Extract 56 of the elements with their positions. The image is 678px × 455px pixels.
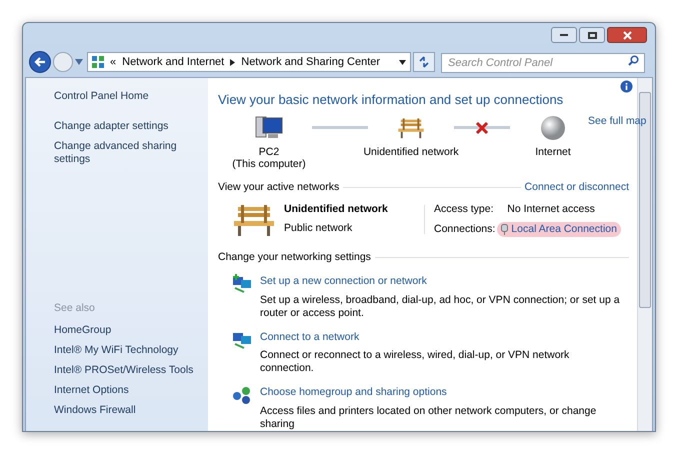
- close-icon: [622, 30, 632, 40]
- sidebar-link[interactable]: Control Panel Home: [54, 90, 200, 103]
- see-also-heading: See also: [54, 301, 96, 316]
- map-node-label: Unidentified network: [363, 146, 459, 158]
- maximize-button[interactable]: [579, 27, 605, 43]
- task-description: Access files and printers located on other network computers, or change sharing: [260, 405, 598, 431]
- homegroup-icon: [232, 385, 252, 406]
- access-type-value: No Internet access: [507, 202, 596, 217]
- page-title: View your basic network information and set up connections: [218, 91, 564, 109]
- sidebar-link[interactable]: Change advanced sharing settings: [54, 140, 200, 166]
- connect-or-disconnect-link[interactable]: Connect or disconnect: [524, 180, 629, 196]
- broken-link-icon: [475, 120, 489, 134]
- map-node-sublabel: (This computer): [232, 158, 306, 170]
- breadcrumb-overflow[interactable]: «: [110, 54, 116, 70]
- adapter-icon: [501, 224, 508, 235]
- task-link[interactable]: Set up a new connection or network: [260, 274, 629, 290]
- connection-link[interactable]: Local Area Connection: [497, 222, 621, 238]
- dropdown-icon[interactable]: [399, 60, 406, 64]
- chevron-icon: [230, 58, 236, 66]
- minimize-button[interactable]: [551, 27, 577, 43]
- see-full-map-link[interactable]: See full map: [588, 114, 646, 170]
- sidebar-link[interactable]: Change adapter settings: [54, 120, 200, 133]
- search-field[interactable]: Search Control Panel: [441, 53, 645, 73]
- search-icon: [628, 55, 639, 66]
- task-description: Set up a wireless, broadband, dial-up, ad hoc, or VPN connection; or set up a router or access point.: [260, 294, 621, 320]
- sidebar-link[interactable]: Intel® PROSet/Wireless Tools: [54, 363, 200, 377]
- breadcrumb[interactable]: Network and Internet: [122, 54, 224, 70]
- bench-icon: [232, 202, 276, 237]
- help-icon[interactable]: [620, 80, 633, 93]
- sidebar-link[interactable]: Windows Firewall: [54, 403, 200, 417]
- refresh-arrows-icon: [418, 56, 430, 68]
- back-button[interactable]: [29, 51, 51, 73]
- task-link[interactable]: Choose homegroup and sharing options: [260, 385, 629, 401]
- close-button[interactable]: [607, 27, 647, 43]
- sidebar-link[interactable]: Internet Options: [54, 383, 200, 397]
- connections-label: Connections:: [434, 222, 496, 237]
- access-type-label: Access type:: [434, 202, 495, 217]
- task-description: Connect or reconnect to a wireless, wired, dial-up, or VPN network connection.: [260, 349, 570, 376]
- sidebar-link[interactable]: Intel® My WiFi Technology: [54, 343, 200, 357]
- sidebar-link[interactable]: HomeGroup: [54, 323, 200, 337]
- section-heading: View your active networks: [218, 180, 340, 194]
- network-add-icon: [232, 274, 252, 294]
- back-arrow-icon: [34, 56, 46, 68]
- task-link[interactable]: Connect to a network: [260, 330, 629, 346]
- map-node-label: PC2: [258, 146, 280, 158]
- breadcrumb[interactable]: Network and Sharing Center: [241, 54, 380, 70]
- control-panel-icon: [92, 56, 104, 68]
- section-heading: Change your networking settings: [218, 250, 371, 265]
- map-node-label: Internet: [535, 146, 571, 158]
- computer-icon: [254, 114, 284, 140]
- network-name: Unidentified network: [284, 202, 388, 218]
- refresh-button[interactable]: [413, 52, 435, 72]
- network-type[interactable]: Public network: [284, 221, 388, 237]
- address-bar[interactable]: « Network and Internet Network and Sharing Center: [87, 52, 411, 72]
- globe-icon: [540, 114, 566, 140]
- bench-icon: [397, 116, 425, 138]
